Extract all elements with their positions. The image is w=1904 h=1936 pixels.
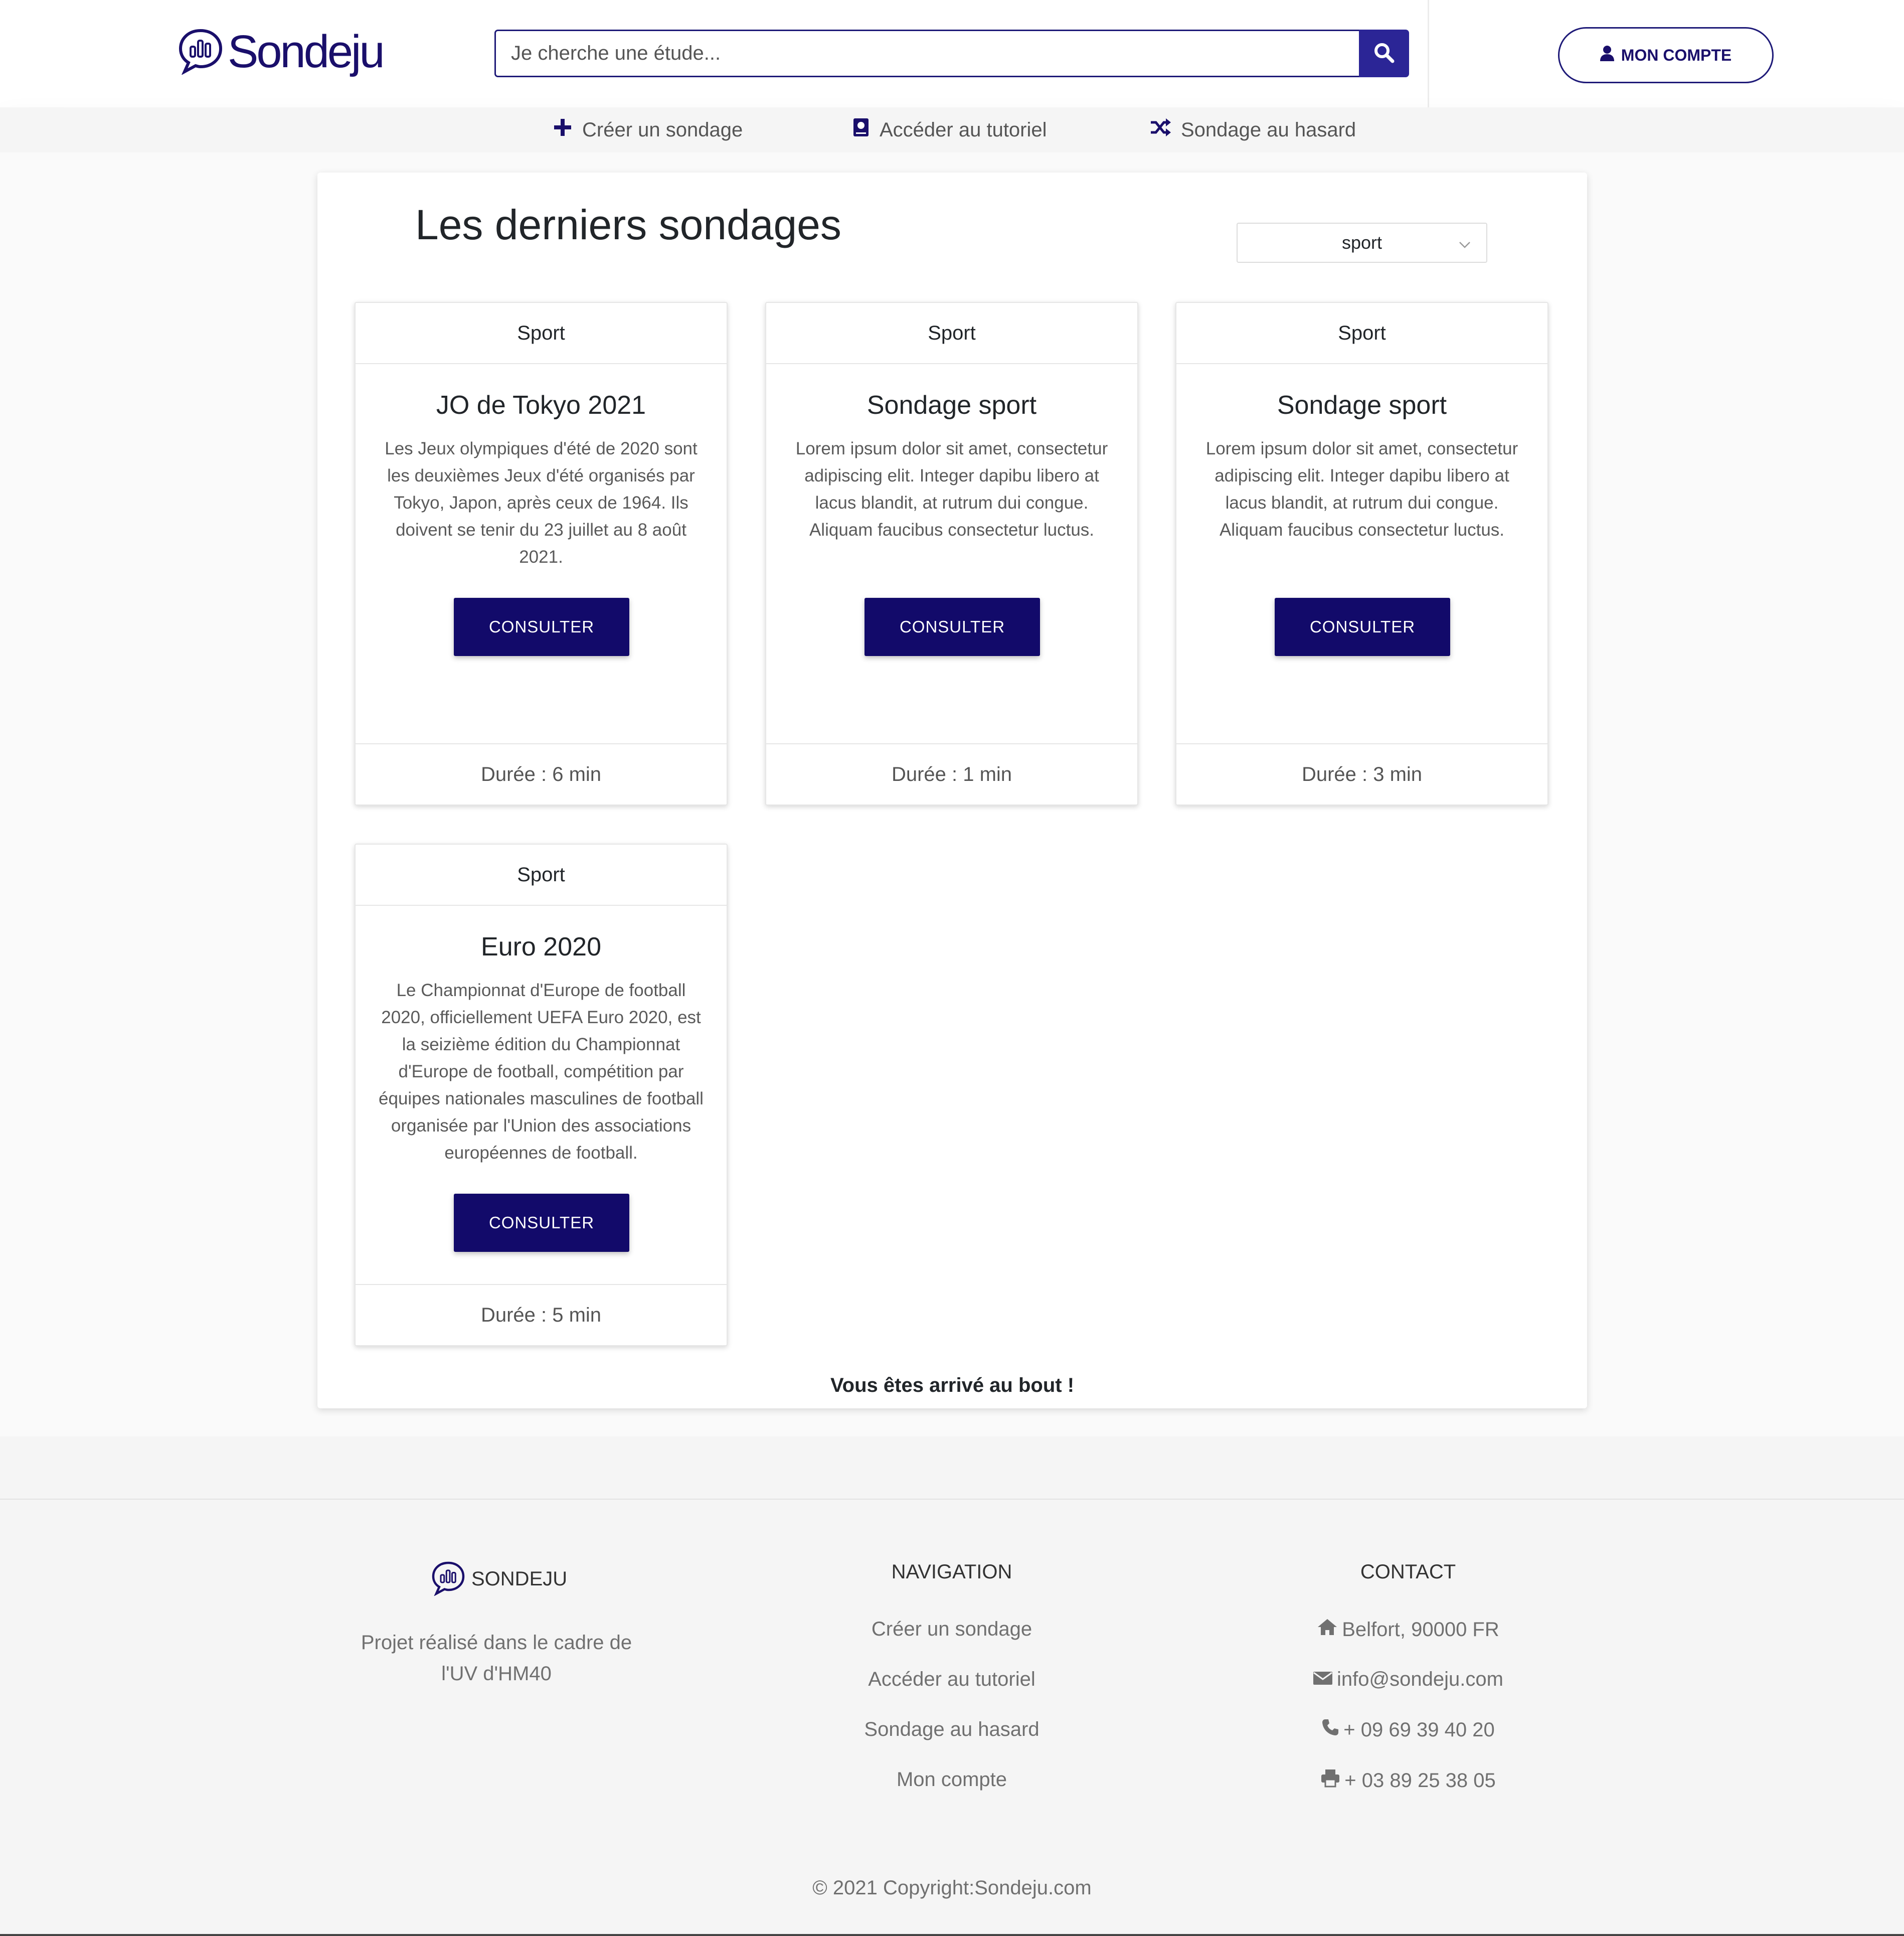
secondary-nav: Créer un sondage Accéder au tutoriel Son… (0, 107, 1904, 152)
search-bar (494, 30, 1409, 77)
card-category: Sport (356, 845, 727, 906)
card-duration: Durée : 5 min (356, 1284, 727, 1345)
card-title: Sondage sport (1277, 391, 1447, 420)
site-logo[interactable]: Sondeju (177, 24, 385, 79)
survey-card: Sport Sondage sport Lorem ipsum dolor si… (1175, 302, 1548, 805)
footer-link-tutorial[interactable]: Accéder au tutoriel (801, 1668, 1102, 1691)
card-duration: Durée : 6 min (356, 743, 727, 804)
card-category: Sport (356, 303, 727, 364)
book-icon (852, 117, 870, 142)
card-description: Lorem ipsum dolor sit amet, consectetur … (1205, 439, 1518, 540)
footer-contact-address: Belfort, 90000 FR (1207, 1618, 1609, 1641)
consult-button[interactable]: CONSULTER (454, 598, 629, 656)
plus-icon (553, 118, 572, 142)
copyright: © 2021 Copyright:Sondeju.com (812, 1877, 1092, 1899)
nav-random-survey-label: Sondage au hasard (1181, 118, 1356, 141)
header-divider (1428, 0, 1429, 107)
contact-phone-text: + 09 69 39 40 20 (1343, 1718, 1495, 1741)
envelope-icon (1313, 1668, 1333, 1691)
footer-contact-email[interactable]: info@sondeju.com (1207, 1668, 1609, 1691)
consult-button[interactable]: CONSULTER (864, 598, 1040, 656)
consult-button[interactable]: CONSULTER (454, 1194, 629, 1252)
printer-icon (1320, 1768, 1340, 1793)
card-description: Le Championnat d'Europe de football 2020… (379, 981, 704, 1163)
card-description: Les Jeux olympiques d'été de 2020 sont l… (385, 439, 698, 567)
category-filter-select[interactable]: sport (1237, 223, 1487, 263)
my-account-label: MON COMPTE (1621, 46, 1732, 64)
card-description: Lorem ipsum dolor sit amet, consectetur … (795, 439, 1108, 540)
top-header: Sondeju MON COMPTE (0, 0, 1904, 107)
footer-link-random-survey[interactable]: Sondage au hasard (801, 1718, 1102, 1741)
footer-contact-phone: + 09 69 39 40 20 (1207, 1718, 1609, 1741)
footer-divider (0, 1499, 1904, 1500)
card-title: JO de Tokyo 2021 (436, 391, 646, 420)
shuffle-icon (1150, 118, 1171, 141)
footer-contact-fax: + 03 89 25 38 05 (1207, 1768, 1609, 1793)
search-button[interactable] (1359, 30, 1409, 77)
chevron-down-icon (1457, 236, 1472, 257)
nav-tutorial[interactable]: Accéder au tutoriel (852, 107, 1047, 152)
card-title: Sondage sport (867, 391, 1037, 420)
footer-navigation-title: NAVIGATION (891, 1561, 1012, 1583)
chat-chart-logo-icon (177, 27, 225, 77)
my-account-button[interactable]: MON COMPTE (1558, 27, 1774, 83)
contact-email-text: info@sondeju.com (1337, 1668, 1503, 1690)
end-of-list-message: Vous êtes arrivé au bout ! (830, 1374, 1075, 1396)
user-icon (1600, 45, 1614, 65)
footer-contact-title: CONTACT (1360, 1561, 1456, 1583)
survey-card: Sport JO de Tokyo 2021 Les Jeux olympiqu… (355, 302, 728, 805)
card-title: Euro 2020 (481, 932, 601, 961)
contact-fax-text: + 03 89 25 38 05 (1344, 1769, 1496, 1792)
contact-address-text: Belfort, 90000 FR (1342, 1618, 1499, 1641)
card-category: Sport (766, 303, 1137, 364)
filter-selected-value: sport (1341, 232, 1382, 253)
chat-chart-logo-icon (430, 1560, 466, 1598)
footer-link-create-survey[interactable]: Créer un sondage (801, 1618, 1102, 1641)
nav-create-survey[interactable]: Créer un sondage (553, 107, 743, 152)
home-icon (1317, 1618, 1338, 1641)
search-icon (1373, 42, 1395, 65)
card-category: Sport (1176, 303, 1547, 364)
phone-icon (1321, 1718, 1339, 1741)
footer-brand: SONDEJU (430, 1560, 567, 1598)
footer-link-my-account[interactable]: Mon compte (801, 1768, 1102, 1791)
page-bottom-border (0, 1934, 1904, 1936)
card-duration: Durée : 1 min (766, 743, 1137, 804)
card-duration: Durée : 3 min (1176, 743, 1547, 804)
nav-create-survey-label: Créer un sondage (582, 118, 743, 141)
nav-tutorial-label: Accéder au tutoriel (880, 118, 1047, 141)
footer-brand-text: Projet réalisé dans le cadre de l'UV d'H… (361, 1632, 632, 1685)
survey-card: Sport Sondage sport Lorem ipsum dolor si… (765, 302, 1138, 805)
footer-brand-name: SONDEJU (471, 1568, 568, 1590)
survey-card: Sport Euro 2020 Le Championnat d'Europe … (355, 844, 728, 1346)
page-title: Les derniers sondages (415, 201, 841, 248)
consult-button[interactable]: CONSULTER (1275, 598, 1450, 656)
search-input[interactable] (494, 30, 1359, 77)
nav-random-survey[interactable]: Sondage au hasard (1150, 107, 1356, 152)
logo-text: Sondeju (228, 26, 385, 77)
